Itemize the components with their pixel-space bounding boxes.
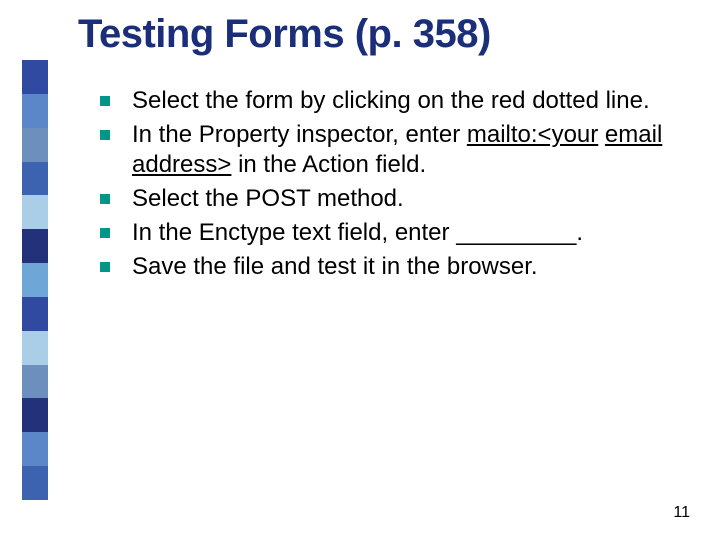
list-item: Select the form by clicking on the red d… (100, 86, 696, 116)
bullet-square-icon (100, 130, 110, 140)
bullet-square-icon (100, 194, 110, 204)
bar-segment (22, 128, 48, 162)
decorative-left-bar (22, 60, 48, 500)
bar-segment (22, 297, 48, 331)
bullet-text: Save the file and test it in the browser… (132, 252, 696, 282)
bar-segment (22, 466, 48, 500)
bullet-square-icon (100, 262, 110, 272)
page-number: 11 (673, 504, 690, 522)
bar-segment (22, 365, 48, 399)
list-item: Save the file and test it in the browser… (100, 252, 696, 282)
bar-segment (22, 331, 48, 365)
bullet-text: In the Property inspector, enter mailto:… (132, 120, 696, 180)
bullet-text: Select the POST method. (132, 184, 696, 214)
bar-segment (22, 94, 48, 128)
bullet-text: In the Enctype text field, enter _______… (132, 218, 696, 248)
bullet-square-icon (100, 228, 110, 238)
bar-segment (22, 195, 48, 229)
bullet-list: Select the form by clicking on the red d… (100, 86, 696, 286)
bar-segment (22, 263, 48, 297)
bar-segment (22, 432, 48, 466)
bar-segment (22, 162, 48, 196)
bullet-text: Select the form by clicking on the red d… (132, 86, 696, 116)
bullet-square-icon (100, 96, 110, 106)
list-item: In the Enctype text field, enter _______… (100, 218, 696, 248)
list-item: Select the POST method. (100, 184, 696, 214)
bar-segment (22, 398, 48, 432)
bar-segment (22, 60, 48, 94)
list-item: In the Property inspector, enter mailto:… (100, 120, 696, 180)
bar-segment (22, 229, 48, 263)
slide-title: Testing Forms (p. 358) (78, 12, 491, 57)
